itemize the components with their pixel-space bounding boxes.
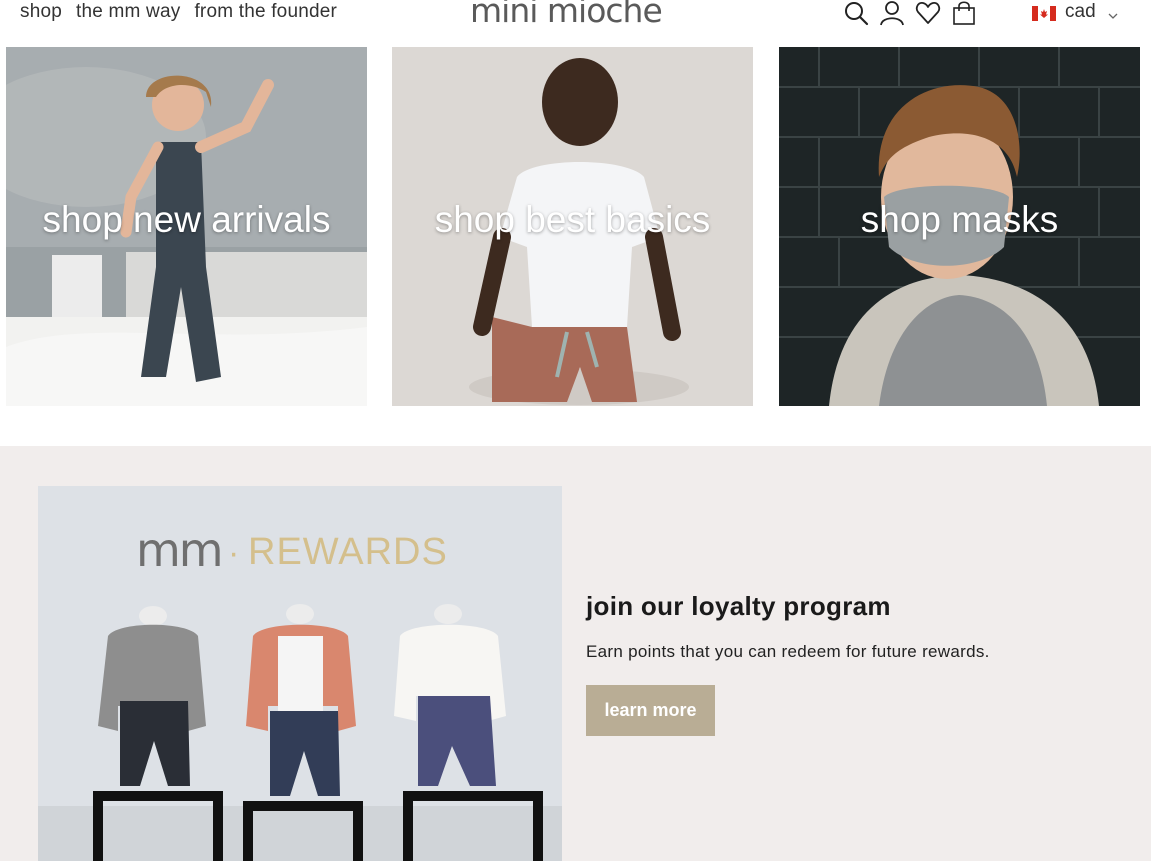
tile-label: shop masks [860,199,1059,240]
rewards-word: REWARDS [248,531,448,573]
learn-more-button[interactable]: learn more [586,685,715,736]
site-logo[interactable]: mini mioche [470,0,663,30]
nav-from-the-founder[interactable]: from the founder [194,1,337,23]
tile-best-basics[interactable]: shop best basics [392,47,753,406]
nav-shop[interactable]: shop [20,1,62,23]
tile-label: shop new arrivals [42,199,331,240]
wishlist-icon[interactable] [915,0,941,26]
loyalty-title: join our loyalty program [586,591,891,621]
cart-icon[interactable] [951,0,977,26]
main-nav: shop the mm way from the founder [20,1,337,23]
canada-flag-icon [1032,5,1056,21]
chevron-down-icon [1107,6,1119,19]
currency-selector[interactable]: cad [1032,1,1119,23]
rewards-separator: · [228,534,239,572]
site-header: shop the mm way from the founder mini mi… [0,0,1151,30]
currency-label: cad [1065,1,1096,22]
tile-masks[interactable]: shop masks [779,47,1140,406]
search-icon[interactable] [843,0,869,26]
tile-new-arrivals[interactable]: shop new arrivals [6,47,367,406]
header-icons [843,0,977,26]
loyalty-section: mm · REWARDS join our loyalty program Ea… [0,446,1151,861]
tile-label: shop best basics [434,199,711,240]
account-icon[interactable] [879,0,905,26]
loyalty-description: Earn points that you can redeem for futu… [586,642,990,661]
rewards-brand: mm [136,523,222,577]
rewards-image: mm · REWARDS [38,486,562,861]
nav-the-mm-way[interactable]: the mm way [76,1,180,23]
